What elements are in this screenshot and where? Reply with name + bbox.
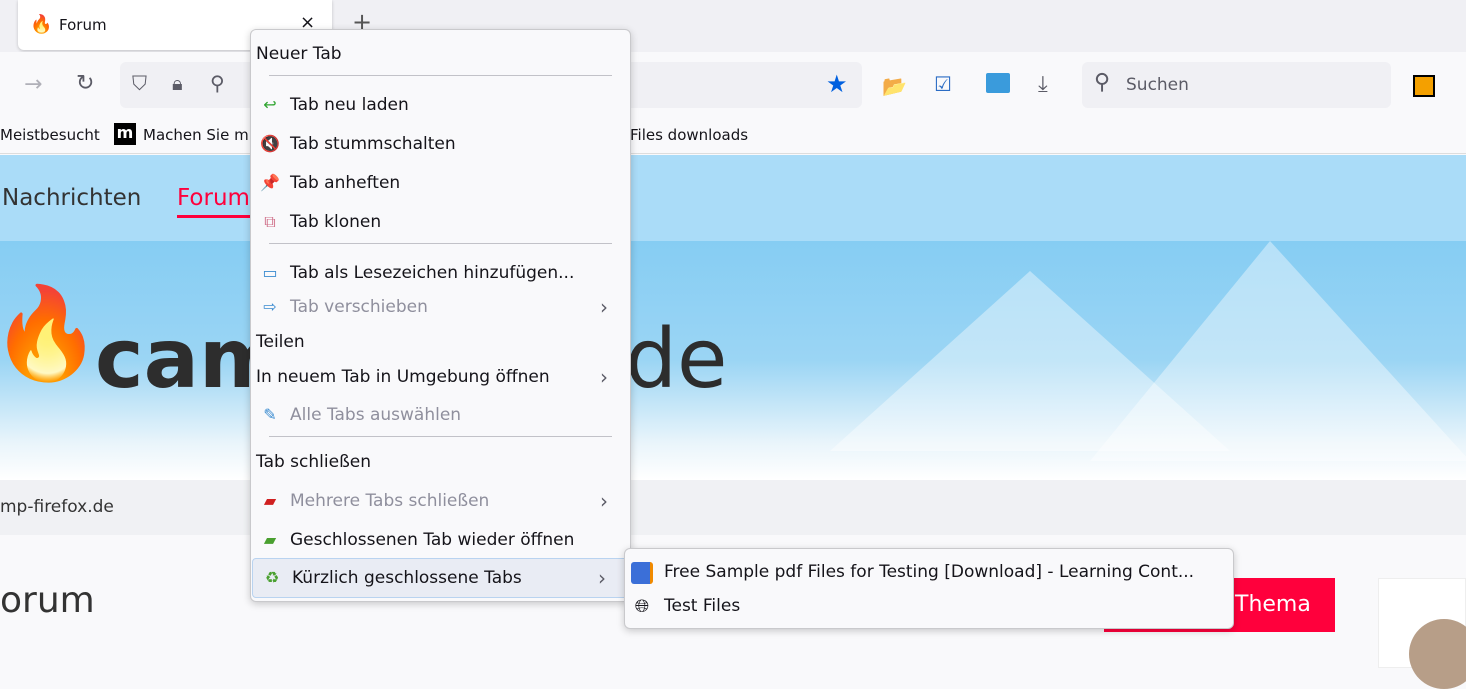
chevron-right-icon: ›: [600, 489, 608, 513]
menu-item-tab-anheften[interactable]: 📌 Tab anheften: [251, 165, 630, 201]
nav-forum[interactable]: Forum: [177, 185, 250, 218]
folder-icon[interactable]: [986, 73, 1010, 93]
nav-nachrichten[interactable]: Nachrichten: [2, 185, 141, 211]
menu-separator: [269, 75, 612, 76]
tab-strip: 🔥 Forum × +: [0, 0, 1466, 52]
menu-item-tab-neu-laden[interactable]: ↩ Tab neu laden: [251, 87, 630, 123]
recently-closed-submenu: Free Sample pdf Files for Testing [Downl…: [624, 548, 1234, 629]
menu-item-mehrere-tabs-schliessen[interactable]: ▰ Mehrere Tabs schließen ›: [251, 483, 630, 519]
bookmark-files-downloads[interactable]: Files downloads: [630, 126, 748, 144]
bookmark-machen-sie[interactable]: Machen Sie m: [143, 126, 249, 144]
open-folder-icon[interactable]: 📂: [882, 74, 907, 98]
undo-close-tab-icon: ▰: [263, 530, 277, 549]
tab-context-menu: Neuer Tab ↩ Tab neu laden 🔇 Tab stummschal…: [250, 29, 631, 602]
chevron-right-icon: ›: [600, 365, 608, 389]
select-all-tabs-icon: ✎: [263, 405, 277, 424]
lock-icon[interactable]: 🔒︎: [172, 71, 183, 95]
breadcrumb-home[interactable]: mp-firefox.de: [0, 497, 114, 517]
campfire-logo-icon: 🔥: [0, 281, 103, 386]
avatar: [1409, 619, 1466, 689]
menu-item-neuer-tab[interactable]: Neuer Tab: [251, 36, 630, 72]
permissions-icon[interactable]: ⚲: [210, 71, 225, 95]
bookmark-meistbesucht[interactable]: Meistbesucht: [0, 126, 100, 144]
reload-arrow-icon: ↩: [263, 95, 277, 114]
closed-tab-item[interactable]: 🌐︎ Test Files: [625, 590, 1233, 624]
menu-item-teilen[interactable]: Teilen: [251, 324, 630, 360]
move-tab-icon: ⇨: [263, 297, 277, 316]
user-avatar-card: [1378, 578, 1466, 689]
menu-separator: [269, 243, 612, 244]
new-topic-label: Thema: [1235, 592, 1311, 617]
downloads-icon[interactable]: ⤓: [1038, 72, 1048, 97]
pin-icon: 📌: [260, 173, 280, 192]
globe-icon: 🌐︎: [634, 596, 650, 617]
pdf-site-favicon-icon: [631, 562, 653, 584]
bookmark-tab-icon: ▭: [262, 263, 278, 282]
page-title: orum: [0, 580, 95, 621]
logo-text-right: de: [625, 312, 728, 407]
tab-title: Forum: [59, 16, 107, 34]
menu-item-alle-tabs-auswaehlen[interactable]: ✎ Alle Tabs auswählen: [251, 397, 630, 433]
menu-item-kuerzlich-geschlossene-tabs[interactable]: ♻ Kürzlich geschlossene Tabs ›: [252, 558, 629, 598]
w3c-validator-icon[interactable]: ☑: [934, 72, 952, 96]
menu-item-container-tab[interactable]: In neuem Tab in Umgebung öffnen ›: [251, 359, 630, 395]
search-placeholder: Suchen: [1126, 75, 1189, 95]
shield-icon[interactable]: ⛉: [132, 71, 147, 95]
flame-favicon-icon: 🔥: [30, 14, 53, 35]
reload-icon[interactable]: ↻: [76, 71, 94, 96]
menu-item-tab-stummschalten[interactable]: 🔇 Tab stummschalten: [251, 126, 630, 162]
menu-item-tab-schliessen[interactable]: Tab schließen: [251, 444, 630, 480]
recycle-icon: ♻: [264, 568, 280, 587]
search-icon: ⚲: [1094, 70, 1111, 95]
closed-tab-item[interactable]: Free Sample pdf Files for Testing [Downl…: [625, 556, 1233, 590]
search-box[interactable]: ⚲ Suchen: [1082, 62, 1391, 108]
menu-item-geschlossenen-tab-oeffnen[interactable]: ▰ Geschlossenen Tab wieder öffnen: [251, 522, 630, 558]
bookmark-star-icon[interactable]: ★: [826, 70, 848, 98]
mountain-shape: [1090, 241, 1466, 461]
m-favicon-icon: m: [114, 123, 136, 145]
forward-icon[interactable]: →: [24, 72, 42, 97]
header-nav-area: Nachrichten Forum: [0, 155, 1466, 241]
duplicate-tab-icon: ⧉: [264, 212, 276, 231]
chevron-right-icon: ›: [598, 566, 606, 590]
menu-item-tab-verschieben[interactable]: ⇨ Tab verschieben ›: [251, 289, 630, 325]
menu-separator: [269, 436, 612, 437]
chevron-right-icon: ›: [600, 295, 608, 319]
banner: 🔥 cam de: [0, 241, 1466, 480]
menu-item-tab-klonen[interactable]: ⧉ Tab klonen: [251, 204, 630, 240]
extension-search-icon[interactable]: [1413, 75, 1435, 97]
breadcrumb: mp-firefox.de: [0, 480, 1466, 535]
close-multiple-tabs-icon: ▰: [263, 491, 277, 510]
mute-speaker-icon: 🔇: [260, 134, 280, 153]
bookmarks-toolbar: Meistbesucht m Machen Sie m Files downlo…: [0, 118, 1466, 154]
menu-item-lesezeichen[interactable]: ▭ Tab als Lesezeichen hinzufügen...: [251, 255, 630, 291]
